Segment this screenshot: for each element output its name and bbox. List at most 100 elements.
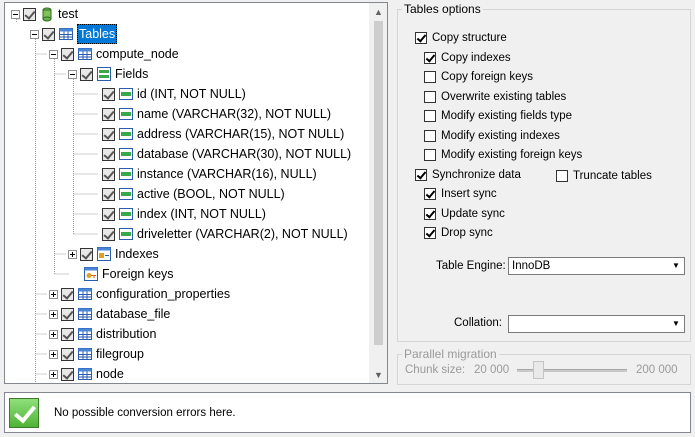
insert-sync-checkbox[interactable] xyxy=(424,188,436,200)
database-icon xyxy=(39,6,55,22)
overwrite-tables-option[interactable]: Overwrite existing tables xyxy=(424,88,566,106)
tree-node-table[interactable]: database_file xyxy=(49,304,170,324)
tree-node-indexes[interactable]: Indexes xyxy=(68,244,159,264)
copy-foreign-keys-option[interactable]: Copy foreign keys xyxy=(424,68,533,86)
modify-indexes-option[interactable]: Modify existing indexes xyxy=(424,127,560,145)
checkbox[interactable] xyxy=(61,287,74,301)
copy-structure-checkbox[interactable] xyxy=(415,32,427,44)
tree-node-table[interactable]: configuration_properties xyxy=(49,284,230,304)
tree-label: filegroup xyxy=(96,347,144,361)
chevron-down-icon[interactable]: ▼ xyxy=(668,258,684,274)
tree-node-database[interactable]: test xyxy=(11,4,78,24)
checkbox[interactable] xyxy=(102,227,115,241)
tables-folder-icon xyxy=(58,26,74,42)
checkbox[interactable] xyxy=(42,27,55,41)
tree-node-table[interactable]: distribution xyxy=(49,324,156,344)
tree-node-table[interactable]: node xyxy=(49,364,124,383)
tree-label: Fields xyxy=(115,67,149,81)
option-label: Truncate tables xyxy=(573,170,652,182)
copy-indexes-checkbox[interactable] xyxy=(424,52,436,64)
scrollbar-thumb[interactable] xyxy=(374,21,383,345)
field-icon xyxy=(118,186,134,202)
checkbox[interactable] xyxy=(102,187,115,201)
tree-node-fields[interactable]: Fields xyxy=(68,64,148,84)
checkbox[interactable] xyxy=(102,167,115,181)
tree-label: active (BOOL, NOT NULL) xyxy=(137,187,285,201)
tree-scrollbar[interactable]: ▲ ▼ xyxy=(369,3,387,383)
collapse-icon[interactable] xyxy=(11,9,20,19)
collapse-icon[interactable] xyxy=(68,69,77,79)
insert-sync-option[interactable]: Insert sync xyxy=(424,185,497,203)
expand-icon[interactable] xyxy=(49,369,58,379)
field-icon xyxy=(118,86,134,102)
checkbox[interactable] xyxy=(80,247,93,261)
copy-indexes-option[interactable]: Copy indexes xyxy=(424,49,511,67)
chunk-size-slider-thumb[interactable] xyxy=(533,361,544,379)
checkbox[interactable] xyxy=(61,47,74,61)
expand-icon[interactable] xyxy=(49,329,58,339)
modify-fields-type-checkbox[interactable] xyxy=(424,110,436,122)
tree-node-field[interactable]: driveletter (VARCHAR(2), NOT NULL) xyxy=(102,224,348,244)
collation-select[interactable]: ▼ xyxy=(508,315,685,333)
synchronize-data-checkbox[interactable] xyxy=(415,169,427,181)
modify-fields-type-option[interactable]: Modify existing fields type xyxy=(424,107,572,125)
modify-foreign-keys-option[interactable]: Modify existing foreign keys xyxy=(424,146,582,164)
collapse-icon[interactable] xyxy=(30,29,39,39)
modify-indexes-checkbox[interactable] xyxy=(424,130,436,142)
tree-label: database (VARCHAR(30), NOT NULL) xyxy=(137,147,352,161)
expand-icon[interactable] xyxy=(49,309,58,319)
checkbox[interactable] xyxy=(61,327,74,341)
expand-icon[interactable] xyxy=(49,289,58,299)
checkbox[interactable] xyxy=(80,67,93,81)
tree-node-field[interactable]: instance (VARCHAR(16), NULL) xyxy=(102,164,317,184)
copy-foreign-keys-checkbox[interactable] xyxy=(424,71,436,83)
truncate-tables-checkbox[interactable] xyxy=(556,170,568,182)
update-sync-option[interactable]: Update sync xyxy=(424,205,505,223)
table-engine-select[interactable]: InnoDB ▼ xyxy=(508,257,685,275)
checkbox[interactable] xyxy=(102,107,115,121)
tree-label: Indexes xyxy=(115,247,159,261)
tree-node-field[interactable]: database (VARCHAR(30), NOT NULL) xyxy=(102,144,351,164)
expand-icon[interactable] xyxy=(49,349,58,359)
scroll-down-icon[interactable]: ▼ xyxy=(370,366,387,383)
checkbox[interactable] xyxy=(61,347,74,361)
tree-node-field[interactable]: id (INT, NOT NULL) xyxy=(102,84,246,104)
overwrite-tables-checkbox[interactable] xyxy=(424,91,436,103)
collapse-icon[interactable] xyxy=(49,49,58,59)
truncate-tables-option[interactable]: Truncate tables xyxy=(556,167,652,185)
tree-label: node xyxy=(96,367,124,381)
checkbox[interactable] xyxy=(61,367,74,381)
tree-node-table[interactable]: filegroup xyxy=(49,344,144,364)
tables-options-legend: Tables options xyxy=(402,2,483,16)
option-label: Copy structure xyxy=(432,32,507,44)
tree-node-field[interactable]: name (VARCHAR(32), NOT NULL) xyxy=(102,104,331,124)
option-label: Overwrite existing tables xyxy=(441,91,567,103)
checkbox[interactable] xyxy=(102,127,115,141)
option-label: Update sync xyxy=(441,208,505,220)
tree-node-tables[interactable]: Tables xyxy=(30,24,118,44)
checkbox[interactable] xyxy=(102,87,115,101)
table-icon xyxy=(77,346,93,362)
drop-sync-checkbox[interactable] xyxy=(424,227,436,239)
checkbox[interactable] xyxy=(102,207,115,221)
chevron-down-icon[interactable]: ▼ xyxy=(668,316,684,332)
copy-structure-option[interactable]: Copy structure xyxy=(415,29,507,47)
drop-sync-option[interactable]: Drop sync xyxy=(424,224,493,242)
tree-node-field[interactable]: address (VARCHAR(15), NOT NULL) xyxy=(102,124,344,144)
tree-node-table[interactable]: compute_node xyxy=(49,44,179,64)
tree-label: driveletter (VARCHAR(2), NOT NULL) xyxy=(137,227,348,241)
modify-foreign-keys-checkbox[interactable] xyxy=(424,149,436,161)
tree-node-foreign-keys[interactable]: Foreign keys xyxy=(83,264,174,284)
tree-label-selected: Tables xyxy=(77,24,118,44)
checkbox[interactable] xyxy=(102,147,115,161)
tree-node-field[interactable]: active (BOOL, NOT NULL) xyxy=(102,184,285,204)
table-engine-label: Table Engine: xyxy=(436,260,506,272)
expand-icon[interactable] xyxy=(68,249,77,259)
synchronize-data-option[interactable]: Synchronize data xyxy=(415,166,521,184)
scroll-up-icon[interactable]: ▲ xyxy=(370,3,387,20)
tables-tree[interactable]: test Tables compute_node Fields id (INT,… xyxy=(4,2,388,384)
checkbox[interactable] xyxy=(61,307,74,321)
update-sync-checkbox[interactable] xyxy=(424,208,436,220)
checkbox[interactable] xyxy=(23,7,36,21)
tree-node-field[interactable]: index (INT, NOT NULL) xyxy=(102,204,266,224)
